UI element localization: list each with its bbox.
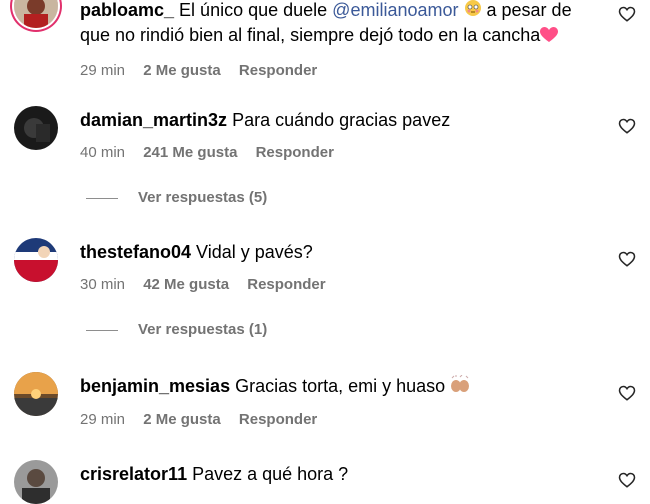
comment-username[interactable]: benjamin_mesias xyxy=(80,376,230,396)
likes-count[interactable]: 2 Me gusta xyxy=(143,411,221,428)
comment-text: crisrelator11 Pavez a qué hora ? xyxy=(80,464,349,484)
comment-time: 30 min xyxy=(80,276,126,293)
heart-icon[interactable] xyxy=(618,250,636,268)
reply-button[interactable]: Responder xyxy=(239,411,317,428)
comment-meta: 40 min 241 Me gusta Responder xyxy=(80,144,590,164)
avatar[interactable] xyxy=(14,372,58,416)
comment-meta: 29 min 2 Me gusta Responder xyxy=(80,411,590,431)
comment-time: 40 min xyxy=(80,144,126,161)
comment-username[interactable]: pabloamc_ xyxy=(80,0,174,20)
view-replies-button[interactable]: Ver respuestas (1) xyxy=(86,321,267,338)
comment-text: thestefano04 Vidal y pavés? xyxy=(80,242,313,262)
comment-username[interactable]: damian_martin3z xyxy=(80,110,227,130)
reply-button[interactable]: Responder xyxy=(247,276,325,293)
comment-meta: 30 min 42 Me gusta Responder xyxy=(80,276,590,296)
avatar[interactable] xyxy=(14,0,58,28)
reply-button[interactable]: Responder xyxy=(239,62,317,79)
heart-icon[interactable] xyxy=(618,117,636,135)
heart-icon[interactable] xyxy=(618,384,636,402)
comment-username[interactable]: thestefano04 xyxy=(80,242,191,262)
heart-icon[interactable] xyxy=(618,471,636,489)
likes-count[interactable]: 42 Me gusta xyxy=(143,276,229,293)
comment-username[interactable]: crisrelator11 xyxy=(80,464,187,484)
comment-time: 29 min xyxy=(80,411,126,429)
likes-count[interactable]: 2 Me gusta xyxy=(143,62,221,79)
heart-icon[interactable] xyxy=(618,5,636,23)
comment-text: benjamin_mesias Gracias torta, emi y hua… xyxy=(80,374,590,399)
view-replies-button[interactable]: Ver respuestas (5) xyxy=(86,189,267,206)
replies-divider xyxy=(86,197,118,199)
pink-heart-emoji xyxy=(540,25,559,49)
likes-count[interactable]: 241 Me gusta xyxy=(143,144,237,161)
comment-text: pabloamc_ El único que duele @emilianoam… xyxy=(80,0,590,49)
avatar[interactable] xyxy=(14,106,58,150)
replies-divider xyxy=(86,329,118,331)
raised-hands-emoji xyxy=(450,374,470,399)
comment-time: 29 min xyxy=(80,61,126,79)
reply-button[interactable]: Responder xyxy=(256,144,334,161)
flushed-face-emoji xyxy=(464,0,482,23)
avatar[interactable] xyxy=(14,238,58,282)
comment-text: damian_martin3z Para cuándo gracias pave… xyxy=(80,110,451,130)
comment-meta: 29 min 2 Me gusta Responder xyxy=(80,62,590,82)
avatar[interactable] xyxy=(14,460,58,504)
mention-link[interactable]: @emilianoamor xyxy=(332,0,458,20)
